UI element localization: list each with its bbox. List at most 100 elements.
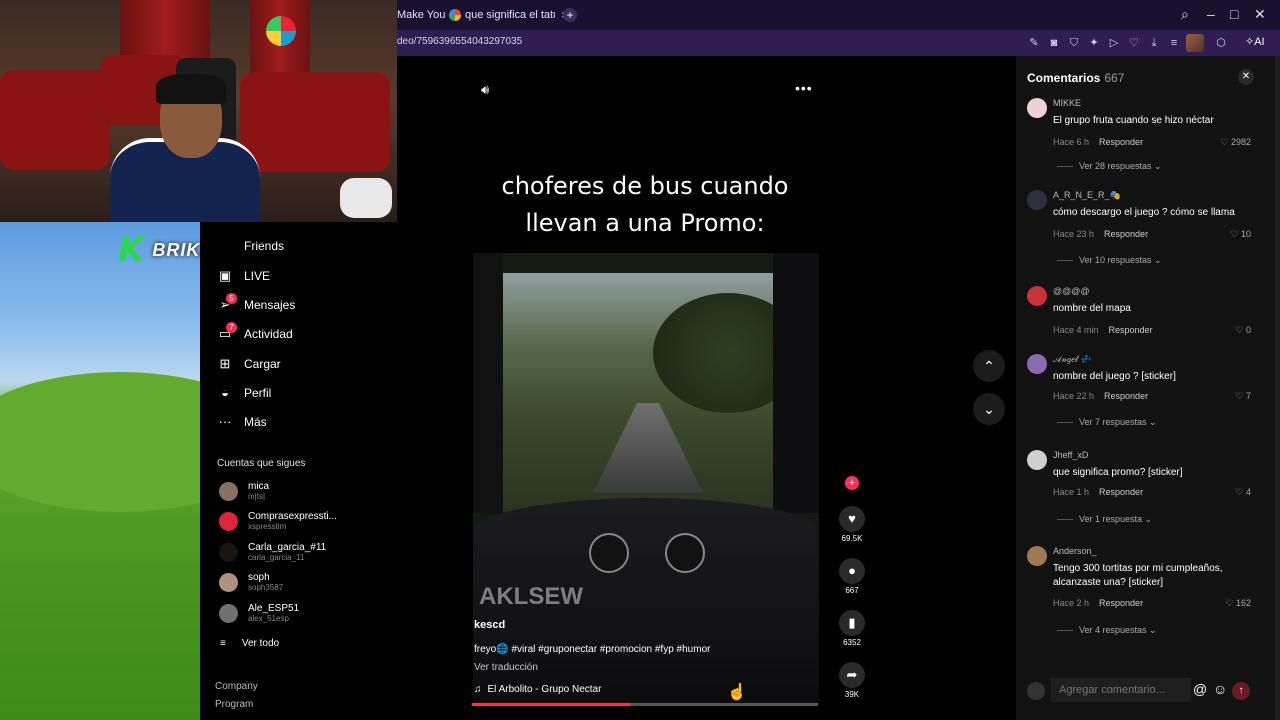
download-icon[interactable]: ⤓	[1146, 35, 1162, 51]
comment-like[interactable]: ♡ 7	[1217, 391, 1251, 402]
share-button[interactable]: ➦ 39K	[839, 662, 865, 699]
ai-button[interactable]: ✧AI	[1245, 35, 1265, 48]
reply-button[interactable]: Responder	[1109, 325, 1153, 335]
sound-link[interactable]: ♫ El Arbolito - Grupo Nectar	[474, 684, 601, 695]
extension-icon[interactable]: ✦	[1086, 35, 1102, 51]
nav-live[interactable]: ▣ LIVE	[218, 269, 270, 284]
comment-like[interactable]: ♡ 4	[1217, 487, 1251, 498]
nav-messages[interactable]: ➢ 5 Mensajes	[218, 293, 295, 312]
previous-video-button[interactable]: ⌃	[973, 350, 1005, 382]
close-window-button[interactable]: ✕	[1254, 6, 1266, 23]
save-count: 6352	[843, 638, 861, 647]
emoji-icon[interactable]: ☺	[1213, 681, 1227, 697]
send-comment-button[interactable]: ↑	[1232, 682, 1250, 700]
comment-user[interactable]: MIKKE	[1053, 98, 1081, 108]
heart-icon[interactable]: ♡	[1126, 35, 1142, 51]
view-replies[interactable]: Ver 4 respuestas ⌄	[1057, 625, 1157, 636]
avatar[interactable]	[1027, 450, 1047, 470]
upload-icon: ⊞	[219, 356, 231, 371]
avatar[interactable]	[1027, 98, 1047, 118]
nav-more[interactable]: ··· Más	[218, 414, 267, 430]
view-replies-label: Ver 28 respuestas	[1079, 161, 1152, 171]
nav-friends[interactable]: Friends	[244, 239, 284, 253]
reply-button[interactable]: Responder	[1104, 229, 1148, 239]
nav-profile[interactable]: ◒ Perfil	[218, 386, 271, 401]
following-item[interactable]: mica m|ts|	[219, 481, 269, 501]
window-pillar	[473, 253, 503, 513]
view-replies[interactable]: Ver 28 respuestas ⌄	[1057, 161, 1162, 172]
like-button[interactable]: ♥ 69.5K	[839, 506, 865, 543]
following-handle: soph3587	[248, 583, 284, 592]
camera-icon[interactable]: ◙	[1046, 35, 1062, 51]
video-caption[interactable]: freyo🌐 #viral #gruponectar #promocion #f…	[474, 644, 710, 655]
save-button[interactable]: ▮ 6352	[839, 610, 865, 647]
footer-link-program[interactable]: Program	[215, 699, 253, 710]
reply-button[interactable]: Responder	[1104, 391, 1148, 401]
minimize-button[interactable]: –	[1207, 6, 1215, 22]
more-options-icon[interactable]: •••	[795, 80, 813, 96]
menu-icon[interactable]: ≡	[1166, 35, 1182, 51]
profile-avatar[interactable]	[1186, 34, 1204, 52]
following-item[interactable]: soph soph3587	[219, 572, 283, 592]
video-player[interactable]: AKLSEW	[473, 253, 819, 703]
comment-like[interactable]: ♡ 0	[1217, 325, 1251, 336]
scrollbar[interactable]	[1275, 56, 1280, 720]
see-all-button[interactable]: ≡ Ver todo	[220, 638, 279, 649]
avatar[interactable]	[1027, 286, 1047, 306]
comment-user[interactable]: Jheff_xD	[1053, 450, 1088, 460]
translate-link[interactable]: Ver traducción	[474, 662, 538, 673]
url-text[interactable]: deo/7596396554043297035	[397, 36, 522, 47]
comment-user[interactable]: Anderson_	[1053, 546, 1097, 556]
video-progress-bar[interactable]	[472, 703, 818, 706]
nav-activity[interactable]: ▭ 7 Actividad	[218, 322, 293, 341]
comment-like[interactable]: ♡ 2982	[1217, 137, 1251, 148]
nav-upload[interactable]: ⊞ Cargar	[218, 356, 281, 372]
comment-like[interactable]: ♡ 162	[1217, 598, 1251, 609]
comment-user[interactable]: A_R_N_E_R_🎭	[1053, 190, 1121, 201]
mention-icon[interactable]: @	[1193, 681, 1207, 697]
comment-text: nombre del juego ? [sticker]	[1053, 371, 1176, 382]
video-author[interactable]: kescd	[474, 619, 505, 631]
following-handle: carla_garcia_11	[248, 553, 305, 562]
shield-icon[interactable]: ⛉	[1066, 35, 1082, 51]
reply-button[interactable]: Responder	[1099, 487, 1143, 497]
follow-plus-button[interactable]: +	[845, 476, 859, 490]
avatar	[219, 511, 238, 531]
following-item[interactable]: Comprasexpressti... xspresstim	[219, 511, 337, 531]
view-replies[interactable]: Ver 1 respuesta ⌄	[1057, 514, 1152, 525]
comment-button[interactable]: ● 667	[839, 558, 865, 595]
search-icon[interactable]: ⌕	[1181, 6, 1189, 23]
avatar[interactable]	[1027, 546, 1047, 566]
more-icon: ···	[218, 414, 232, 429]
view-replies[interactable]: Ver 10 respuestas ⌄	[1057, 255, 1162, 266]
maximize-button[interactable]: □	[1230, 6, 1238, 22]
comment-input[interactable]	[1051, 678, 1191, 702]
window-pillar	[773, 253, 819, 513]
comment-like[interactable]: ♡ 10	[1217, 229, 1251, 240]
comment-time: Hace 2 h	[1053, 598, 1090, 608]
next-video-button[interactable]: ⌄	[973, 393, 1005, 425]
tab-que-significa[interactable]: que significa el tatuaje de	[449, 6, 555, 24]
play-icon[interactable]: ▷	[1106, 35, 1122, 51]
chevron-down-icon: ⌄	[983, 401, 995, 417]
avatar[interactable]	[1027, 190, 1047, 210]
tab-make-your[interactable]: Make Your D	[397, 6, 445, 24]
browser-tabbar: Make Your D que significa el tatuaje de …	[397, 0, 1280, 30]
comment-user[interactable]: @@@@	[1053, 286, 1090, 296]
following-item[interactable]: Ale_ESP51 alex_51esp	[219, 603, 299, 623]
comment-user[interactable]: 𝒜𝓃𝑔𝑒𝓁 💤	[1053, 354, 1092, 365]
close-comments-button[interactable]: ✕	[1238, 69, 1254, 85]
following-item[interactable]: Carla_garcia_#11 carla_garcia_11	[219, 542, 326, 562]
comment-composer: @ ☺ ↑	[1027, 676, 1267, 706]
reply-button[interactable]: Responder	[1099, 137, 1143, 147]
avatar[interactable]	[1027, 354, 1047, 374]
nav-label: Actividad	[244, 327, 293, 341]
volume-icon[interactable]: 🔊︎	[481, 82, 489, 98]
like-count: 7	[1245, 391, 1251, 401]
view-replies[interactable]: Ver 7 respuestas ⌄	[1057, 417, 1157, 428]
edit-icon[interactable]: ✎	[1026, 35, 1042, 51]
reply-button[interactable]: Responder	[1099, 598, 1143, 608]
footer-link-company[interactable]: Company	[215, 681, 258, 692]
cube-icon[interactable]: ⬡	[1213, 35, 1229, 51]
new-tab-button[interactable]: +	[563, 8, 577, 22]
